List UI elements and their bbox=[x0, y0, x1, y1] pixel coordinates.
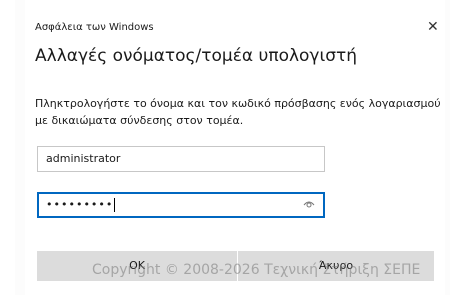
username-field[interactable]: administrator bbox=[37, 146, 325, 172]
dialog-title: Αλλαγές ονόματος/τομέα υπολογιστή bbox=[35, 46, 358, 66]
password-value: ••••••••• bbox=[46, 198, 114, 211]
windows-security-dialog: Ασφάλεια των Windows ✕ Αλλαγές ονόματος/… bbox=[25, 0, 445, 295]
dialog-caption: Ασφάλεια των Windows bbox=[35, 22, 154, 33]
username-value: administrator bbox=[46, 152, 121, 165]
text-caret bbox=[114, 198, 116, 212]
dialog-description: Πληκτρολογήστε το όνομα και τον κωδικό π… bbox=[35, 97, 441, 127]
ok-button[interactable]: OK bbox=[37, 251, 237, 281]
close-icon[interactable]: ✕ bbox=[427, 20, 439, 34]
cancel-button[interactable]: Άκυρο bbox=[238, 251, 434, 281]
password-field[interactable]: ••••••••• bbox=[37, 192, 325, 218]
eye-icon[interactable] bbox=[303, 199, 315, 209]
